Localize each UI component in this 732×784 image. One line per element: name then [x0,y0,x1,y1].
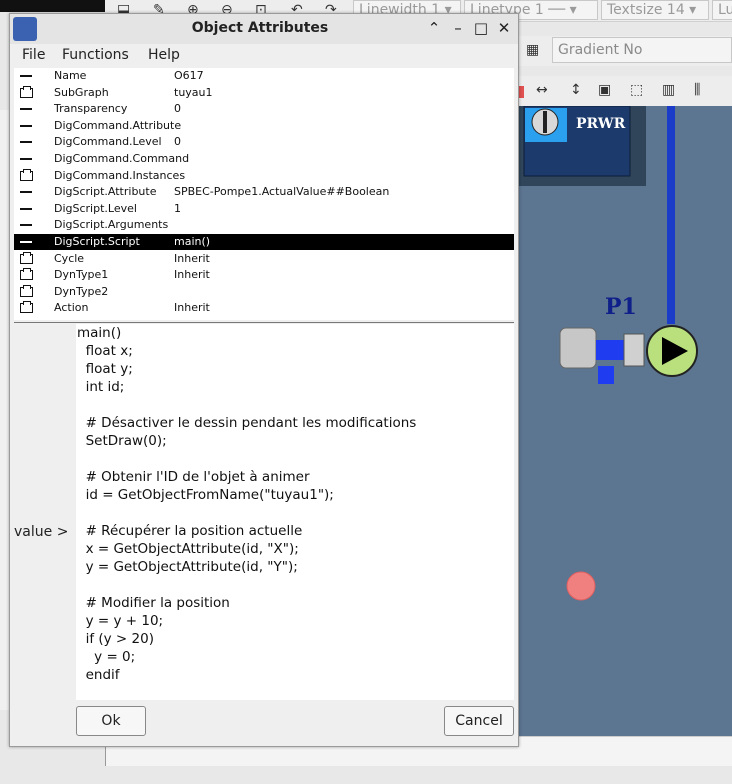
folder-icon[interactable] [20,268,33,281]
font-select-value: Lu [718,2,732,18]
dash-icon[interactable] [20,201,34,217]
gradient-select[interactable]: Gradient No [552,37,732,63]
attribute-value: 1 [174,201,181,215]
attribute-row[interactable]: DigCommand.Attribute [14,118,514,134]
dialog-title: Object Attributes [191,20,329,36]
object-attributes-dialog: Object Attributes ⌃ – □ ✕ File Functions… [9,13,519,747]
attribute-name: DigScript.Script [54,235,140,248]
chevron-up-icon[interactable]: ⌃ [425,19,443,37]
graphic-canvas[interactable]: PRWR P1 [518,106,732,736]
folder-icon[interactable] [20,284,33,297]
value-label: value > [14,524,69,540]
attribute-name: DigCommand.Attribute [54,118,182,132]
minimize-icon[interactable]: – [449,19,467,37]
attribute-name: DigCommand.Command [54,152,190,165]
attribute-row[interactable]: DigCommand.Instances [14,168,514,184]
dash-icon[interactable] [20,134,34,150]
dash-icon[interactable] [20,234,34,250]
attribute-name: DynType2 [54,284,109,298]
textsize-select[interactable]: Textsize 14 ▾ [601,0,709,20]
menu-functions[interactable]: Functions [62,47,129,63]
attribute-value: 0 [174,102,181,116]
dash-icon[interactable] [20,101,34,117]
attribute-name: DigScript.Attribute [54,185,157,199]
attribute-row[interactable]: DigScript.Attribute SPBEC-Pompe1.ActualVa… [14,184,514,200]
attribute-value: Inherit [174,268,210,282]
editor-toolbar-align: ↔ ↕ ▣ ⬚ ▥ ⫼ [518,76,732,106]
attribute-row[interactable]: Action Inherit [14,300,514,316]
gradient-value: Gradient No [558,42,643,58]
dash-icon[interactable] [20,217,34,233]
attribute-row[interactable]: DigScript.Level 1 [14,201,514,217]
selection-icon[interactable]: ⬚ [630,80,643,100]
dash-icon[interactable] [20,118,34,134]
attribute-name: DynType1 [54,268,109,282]
attribute-value: tuyau1 [174,85,213,99]
attribute-name: DigCommand.Instances [54,168,186,182]
attribute-row[interactable]: Cycle Inherit [14,251,514,267]
folder-icon[interactable] [20,85,33,98]
font-select[interactable]: Lu [712,0,732,20]
attribute-name: DigCommand.Level [54,135,162,149]
attribute-name: Action [54,301,89,315]
folder-icon[interactable] [20,251,33,264]
menu-file[interactable]: File [22,47,45,63]
attribute-name: SubGraph [54,85,109,99]
attribute-name: Transparency [54,102,128,116]
folder-icon[interactable] [20,168,33,181]
dialog-titlebar[interactable]: Object Attributes ⌃ – □ ✕ [10,14,518,44]
attribute-name: Cycle [54,251,85,265]
attribute-row[interactable]: DigCommand.Level 0 [14,134,514,150]
menu-help[interactable]: Help [148,47,180,63]
pane-divider[interactable] [14,322,514,323]
align-icon[interactable]: ⫼ [694,80,700,100]
bar-chart-icon[interactable]: ▥ [662,80,675,100]
attribute-list[interactable]: Name O617 SubGraph tuyau1 Transparency 0 DigCo… [14,68,514,320]
background-window-strip [0,0,105,12]
attribute-name: DigScript.Arguments [54,218,169,232]
attribute-row[interactable]: DigCommand.Command [14,151,514,167]
pump-motor [559,327,597,369]
maximize-icon[interactable]: □ [472,19,490,37]
dash-icon[interactable] [20,151,34,167]
stretch-vertical-icon[interactable]: ↕ [570,80,582,100]
attribute-value: Inherit [174,301,210,315]
cancel-button[interactable]: Cancel [444,706,514,736]
pump-coupling [596,340,624,360]
panel-label: PRWR [576,116,626,132]
attribute-value: 0 [174,135,181,149]
attribute-row[interactable]: DigScript.Script main() [14,234,514,250]
pipe [667,106,675,324]
attribute-row[interactable]: DynType1 Inherit [14,267,514,283]
textsize-value: Textsize 14 [607,2,685,18]
attribute-row[interactable]: DigScript.Arguments [14,217,514,233]
attribute-value: O617 [174,69,204,82]
attribute-name: DigScript.Level [54,201,137,215]
script-editor[interactable]: main() float x; float y; int id; # Désac… [76,324,514,700]
editor-toolbar-gradient: ▦ Gradient No [518,36,732,66]
attribute-value: main() [174,235,211,248]
close-icon[interactable]: ✕ [495,19,513,37]
stretch-horizontal-icon[interactable]: ↔ [536,80,548,100]
attribute-name: Name [54,69,87,82]
attribute-row[interactable]: Transparency 0 [14,101,514,117]
ok-button[interactable]: Ok [76,706,146,736]
pump-label: P1 [605,294,637,320]
attribute-value: Inherit [174,251,210,265]
dash-icon[interactable] [20,184,34,200]
attribute-row[interactable]: DynType2 [14,284,514,300]
attribute-row[interactable]: Name O617 [14,68,514,84]
attribute-row[interactable]: SubGraph tuyau1 [14,85,514,101]
grid-icon[interactable]: ▦ [526,40,539,60]
dash-icon[interactable] [20,68,34,84]
menubar: File Functions Help [10,44,518,68]
alarm-indicator [566,571,596,601]
image-icon[interactable]: ▣ [598,80,611,100]
attribute-value: SPBEC-Pompe1.ActualValue##Boolean [174,185,390,199]
folder-icon[interactable] [20,301,33,314]
